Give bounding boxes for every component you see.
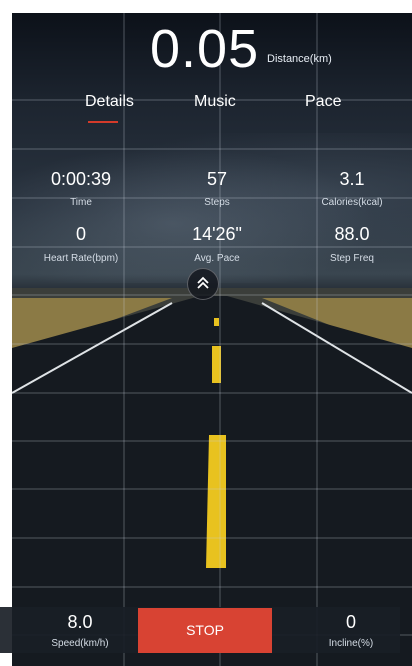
incline-value[interactable]: 0 (296, 612, 406, 633)
incline-label: Incline(%) (328, 638, 374, 649)
collapse-stats-button[interactable] (187, 268, 219, 300)
calories-label: Calories(kcal) (321, 197, 383, 208)
tab-details-underline (88, 121, 118, 123)
time-value: 0:00:39 (50, 169, 112, 189)
speed-label: Speed(km/h) (51, 638, 109, 649)
stop-button[interactable]: STOP (138, 608, 272, 653)
distance-label: Distance(km) (267, 53, 332, 65)
tab-music[interactable]: Music (194, 93, 236, 111)
distance-value: 0.05 (150, 19, 260, 79)
time-label: Time (70, 197, 92, 208)
tab-pace[interactable]: Pace (305, 93, 341, 111)
steps-value: 57 (206, 169, 228, 189)
avg-pace-label: Avg. Pace (194, 253, 240, 264)
step-freq-label: Step Freq (330, 253, 374, 264)
heart-rate-label: Heart Rate(bpm) (43, 253, 119, 264)
speed-value[interactable]: 8.0 (25, 612, 135, 633)
calories-value: 3.1 (339, 169, 365, 189)
tab-details[interactable]: Details (85, 93, 134, 111)
avg-pace-value: 14'26" (192, 224, 242, 244)
step-freq-value: 88.0 (334, 224, 370, 244)
heart-rate-value: 0 (75, 224, 86, 244)
steps-label: Steps (204, 197, 230, 208)
double-chevron-up-icon (197, 276, 209, 289)
